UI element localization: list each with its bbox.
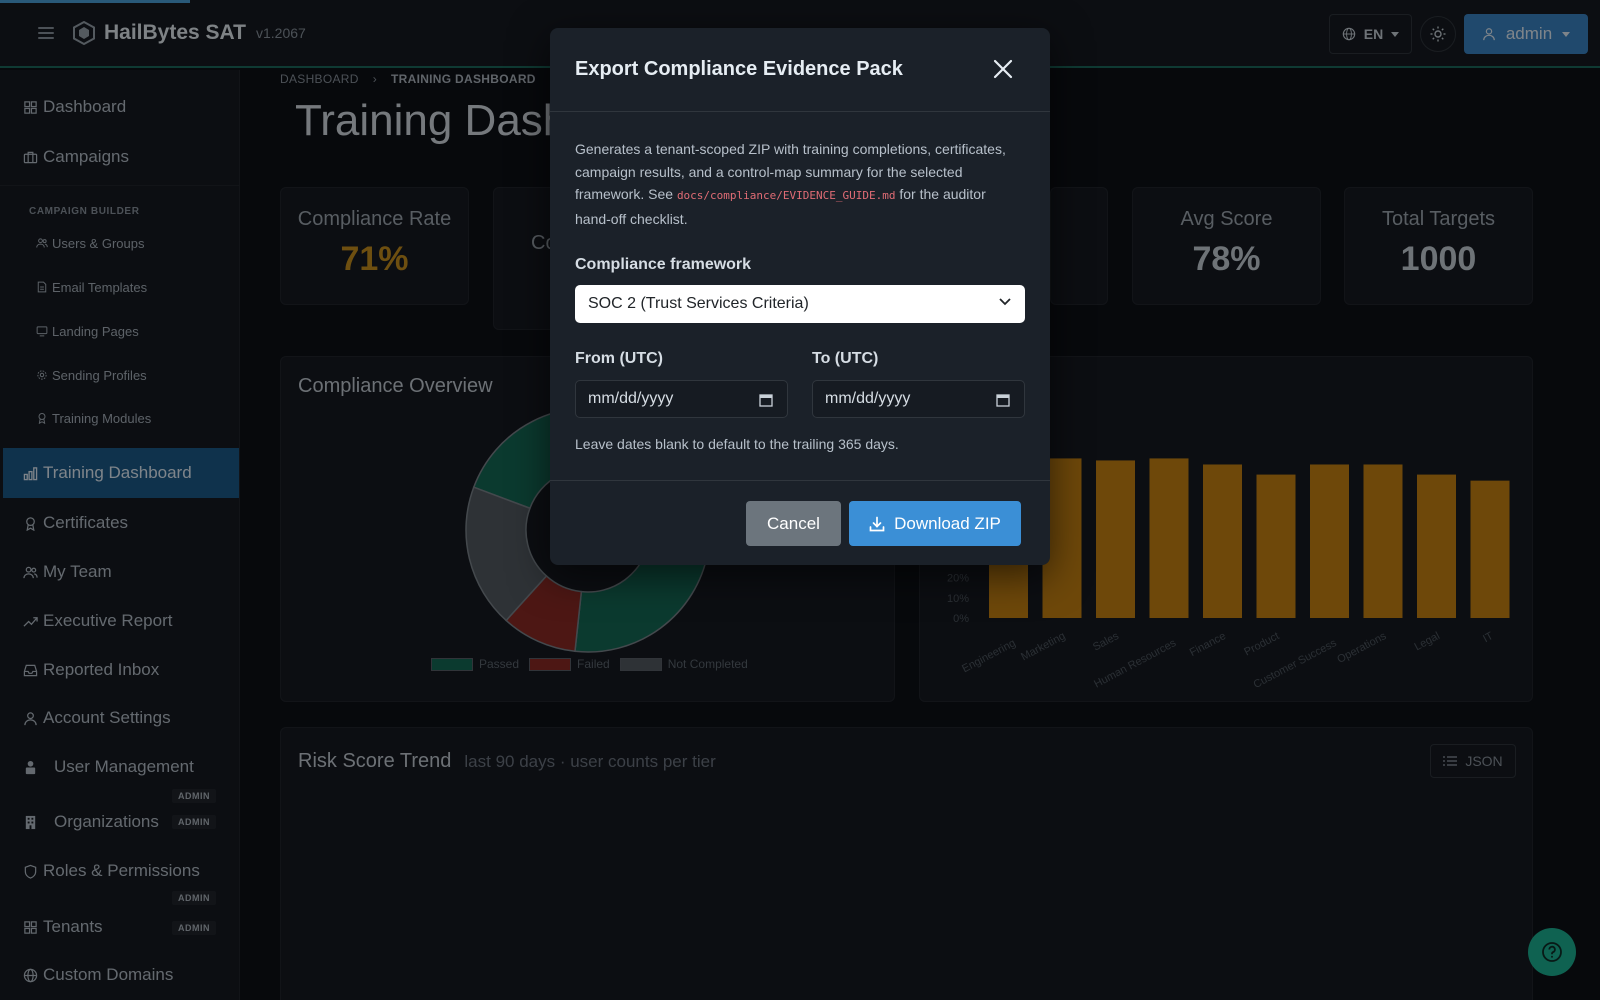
close-icon[interactable] [992,58,1014,80]
calendar-icon[interactable] [759,393,773,407]
framework-select[interactable]: SOC 2 (Trust Services Criteria) [575,285,1025,323]
modal-title: Export Compliance Evidence Pack [575,58,903,80]
date-placeholder: mm/dd/yyyy [588,390,674,407]
from-date-label: From (UTC) [575,350,663,367]
framework-label: Compliance framework [575,256,752,273]
modal-header: Export Compliance Evidence Pack [550,28,1050,112]
to-date-label: To (UTC) [812,350,879,367]
modal-description: Generates a tenant-scoped ZIP with train… [575,138,1025,230]
modal-footer-divider [550,480,1050,481]
date-hint: Leave dates blank to default to the trai… [575,436,899,452]
export-evidence-modal: Export Compliance Evidence Pack Generate… [550,28,1050,565]
chevron-down-icon [999,298,1011,306]
download-icon [869,516,885,531]
date-placeholder: mm/dd/yyyy [825,390,911,407]
from-date-input[interactable]: mm/dd/yyyy [575,380,788,418]
guide-path: docs/compliance/EVIDENCE_GUIDE.md [676,189,896,202]
to-date-input[interactable]: mm/dd/yyyy [812,380,1025,418]
download-zip-button[interactable]: Download ZIP [849,501,1021,546]
cancel-button[interactable]: Cancel [746,501,841,546]
framework-selected-value: SOC 2 (Trust Services Criteria) [588,295,809,312]
download-button-label: Download ZIP [894,513,1001,533]
calendar-icon[interactable] [996,393,1010,407]
